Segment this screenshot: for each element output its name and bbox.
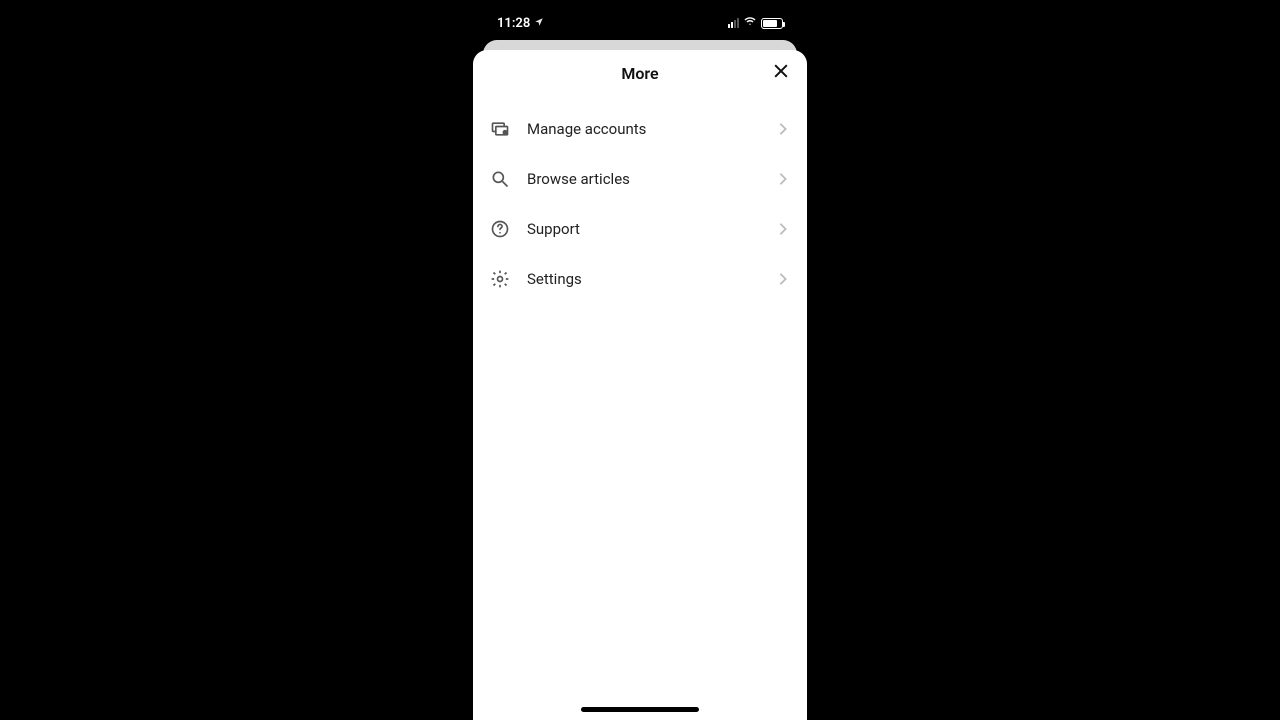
cellular-icon [728,18,739,28]
close-button[interactable] [767,59,795,87]
phone-frame: 11:28 More [473,0,807,720]
menu-item-label: Support [527,220,775,238]
status-right [728,15,783,31]
sheet-header: More [473,50,807,96]
chevron-right-icon [775,121,791,137]
manage-accounts-icon [489,118,511,140]
menu-item-label: Manage accounts [527,120,775,138]
menu-item-browse-articles[interactable]: Browse articles [473,154,807,204]
status-left: 11:28 [497,16,544,31]
help-icon [489,218,511,240]
close-icon [771,61,791,85]
sheet-title: More [621,64,658,83]
search-icon [489,168,511,190]
menu-item-label: Settings [527,270,775,288]
menu-item-settings[interactable]: Settings [473,254,807,304]
gear-icon [489,268,511,290]
status-time: 11:28 [497,16,530,31]
menu-item-manage-accounts[interactable]: Manage accounts [473,104,807,154]
chevron-right-icon [775,171,791,187]
menu-item-support[interactable]: Support [473,204,807,254]
chevron-right-icon [775,221,791,237]
menu-list: Manage accounts Browse articles Suppor [473,96,807,304]
wifi-icon [743,15,757,31]
chevron-right-icon [775,271,791,287]
more-sheet: More Manage accounts [473,50,807,720]
status-bar: 11:28 [473,14,807,32]
home-indicator[interactable] [581,707,699,712]
location-icon [534,17,544,30]
battery-icon [761,18,783,29]
menu-item-label: Browse articles [527,170,775,188]
